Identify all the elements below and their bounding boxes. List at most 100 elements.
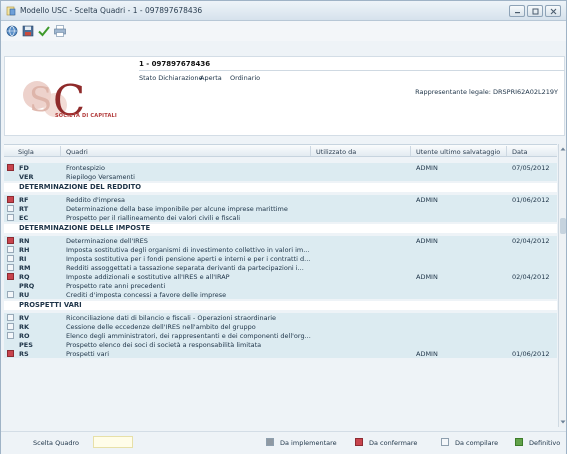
status-red-icon	[7, 350, 14, 357]
quadro-code: RS	[19, 350, 29, 358]
quadro-code: RN	[19, 237, 30, 245]
quadro-description: Redditi assoggettati a tassazione separa…	[66, 264, 304, 272]
table-row[interactable]: EC Prospetto per il riallineamento dei va…	[4, 213, 557, 222]
table-row[interactable]: RM Redditi assoggettati a tassazione sepa…	[4, 263, 557, 272]
column-quadri[interactable]: Quadri	[66, 148, 88, 156]
quadro-description: Prospetto rate anni precedenti	[66, 282, 166, 290]
checkmark-icon[interactable]	[37, 24, 51, 38]
table-row[interactable]: PES Prospetto elenco dei soci di società …	[4, 340, 557, 349]
table-row[interactable]: RT Determinazione della base imponibile p…	[4, 204, 557, 213]
section-title: DETERMINAZIONE DELLE IMPOSTE	[19, 224, 151, 232]
table-row[interactable]: RN Determinazione dell'IRES ADMIN 02/04/201…	[4, 236, 557, 245]
column-divider	[410, 146, 411, 156]
last-date: 07/05/2012	[512, 164, 550, 172]
status-value: Aperta	[200, 74, 222, 82]
save-icon[interactable]	[21, 24, 35, 38]
declaration-header: S C SOCIETÀ DI CAPITALI 1 - 097897678436…	[4, 56, 565, 136]
quadro-description: Imposta sostitutiva degli organismi di i…	[66, 246, 310, 254]
quadri-list: FD Frontespizio ADMIN 07/05/2012 VER Riepilog…	[4, 161, 557, 427]
table-row[interactable]: RI Imposta sostitutiva per i fondi pensio…	[4, 254, 557, 263]
status-label: Stato Dichiarazione :	[139, 74, 207, 82]
status-empty-icon	[7, 205, 14, 212]
close-icon	[550, 8, 557, 15]
status-empty-icon	[7, 314, 14, 321]
column-sigla[interactable]: Sigla	[18, 148, 34, 156]
legend-red-icon	[355, 438, 363, 446]
column-divider	[60, 146, 61, 156]
status-empty-icon	[7, 323, 14, 330]
legal-representative: Rappresentante legale: DRSPRI62A02L219Y	[415, 88, 558, 96]
quadro-code: PRQ	[19, 282, 35, 290]
minimize-icon	[515, 12, 520, 14]
quadro-code: RF	[19, 196, 29, 204]
quadro-description: Crediti d'imposta concessi a favore dell…	[66, 291, 227, 299]
quadro-code: PES	[19, 341, 33, 349]
vertical-scrollbar[interactable]	[558, 144, 566, 427]
table-row[interactable]: RF Reddito d'impresa ADMIN 01/06/2012	[4, 195, 557, 204]
quadro-description: Prospetti vari	[66, 350, 110, 358]
section-title: DETERMINAZIONE DEL REDDITO	[19, 183, 142, 191]
globe-icon[interactable]	[5, 24, 19, 38]
legend-label: Definitivo	[529, 439, 561, 447]
search-label: Scelta Quadro	[33, 439, 79, 447]
minimize-button[interactable]	[509, 5, 525, 17]
table-row[interactable]: RU Crediti d'imposta concessi a favore de…	[4, 290, 557, 299]
table-row[interactable]: RK Cessione delle eccedenze dell'IRES nel…	[4, 322, 557, 331]
quadro-code: RI	[19, 255, 27, 263]
quadro-code: RH	[19, 246, 30, 254]
table-row[interactable]: FD Frontespizio ADMIN 07/05/2012	[4, 163, 557, 172]
quadro-code: RK	[19, 323, 30, 331]
table-row[interactable]: RV Riconciliazione dati di bilancio e fis…	[4, 313, 557, 322]
footer-bar: Scelta Quadro Da implementare Da conferm…	[1, 431, 566, 454]
status-empty-icon	[7, 214, 14, 221]
last-date: 02/04/2012	[512, 273, 550, 281]
quadro-description: Riconciliazione dati di bilancio e fisca…	[66, 314, 277, 322]
scroll-thumb[interactable]	[560, 218, 566, 234]
maximize-icon	[532, 8, 539, 15]
last-user: ADMIN	[416, 196, 438, 204]
search-input[interactable]	[93, 436, 133, 448]
column-utilizzato[interactable]: Utilizzato da	[316, 148, 356, 156]
status-empty-icon	[7, 291, 14, 298]
table-row[interactable]: RH Imposta sostitutiva degli organismi di…	[4, 245, 557, 254]
legend-green-icon	[515, 438, 523, 446]
table-row[interactable]: PRQ Prospetto rate anni precedenti	[4, 281, 557, 290]
last-date: 02/04/2012	[512, 237, 550, 245]
column-divider	[506, 146, 507, 156]
declaration-code: 1 - 097897678436	[139, 60, 211, 68]
last-user: ADMIN	[416, 350, 438, 358]
last-user: ADMIN	[416, 164, 438, 172]
quadro-description: Prospetto elenco dei soci di società a r…	[66, 341, 262, 349]
section-header: DETERMINAZIONE DELLE IMPOSTE	[4, 224, 557, 233]
legend-label: Da confermare	[369, 439, 418, 447]
quadro-description: Determinazione della base imponibile per…	[66, 205, 288, 213]
quadro-code: RM	[19, 264, 31, 272]
column-utente[interactable]: Utente ultimo salvataggio	[416, 148, 500, 156]
quadro-code: RV	[19, 314, 30, 322]
quadro-description: Frontespizio	[66, 164, 105, 172]
print-icon[interactable]	[53, 24, 67, 38]
declaration-type: Ordinario	[230, 74, 261, 82]
header-divider	[139, 70, 565, 71]
last-date: 01/06/2012	[512, 196, 550, 204]
last-user: ADMIN	[416, 273, 438, 281]
maximize-button[interactable]	[527, 5, 543, 17]
quadro-description: Riepilogo Versamenti	[66, 173, 135, 181]
logo-caption: SOCIETÀ DI CAPITALI	[55, 113, 117, 119]
toolbar	[1, 21, 566, 41]
status-red-icon	[7, 196, 14, 203]
legend-label: Da implementare	[280, 439, 337, 447]
quadro-code: EC	[19, 214, 29, 222]
table-row[interactable]: VER Riepilogo Versamenti	[4, 172, 557, 181]
close-button[interactable]	[545, 5, 561, 17]
column-data[interactable]: Data	[512, 148, 528, 156]
last-date: 01/06/2012	[512, 350, 550, 358]
table-row[interactable]: RQ Imposte addizionali e sostitutive all'…	[4, 272, 557, 281]
app-document-icon	[6, 6, 16, 16]
table-row[interactable]: RS Prospetti vari ADMIN 01/06/2012	[4, 349, 557, 358]
app-window: Modello USC - Scelta Quadri - 1 - 097897…	[0, 0, 567, 454]
scroll-down-icon[interactable]	[560, 419, 566, 425]
last-user: ADMIN	[416, 237, 438, 245]
table-row[interactable]: RO Elenco degli amministratori, dei rappr…	[4, 331, 557, 340]
scroll-up-icon[interactable]	[560, 146, 566, 152]
